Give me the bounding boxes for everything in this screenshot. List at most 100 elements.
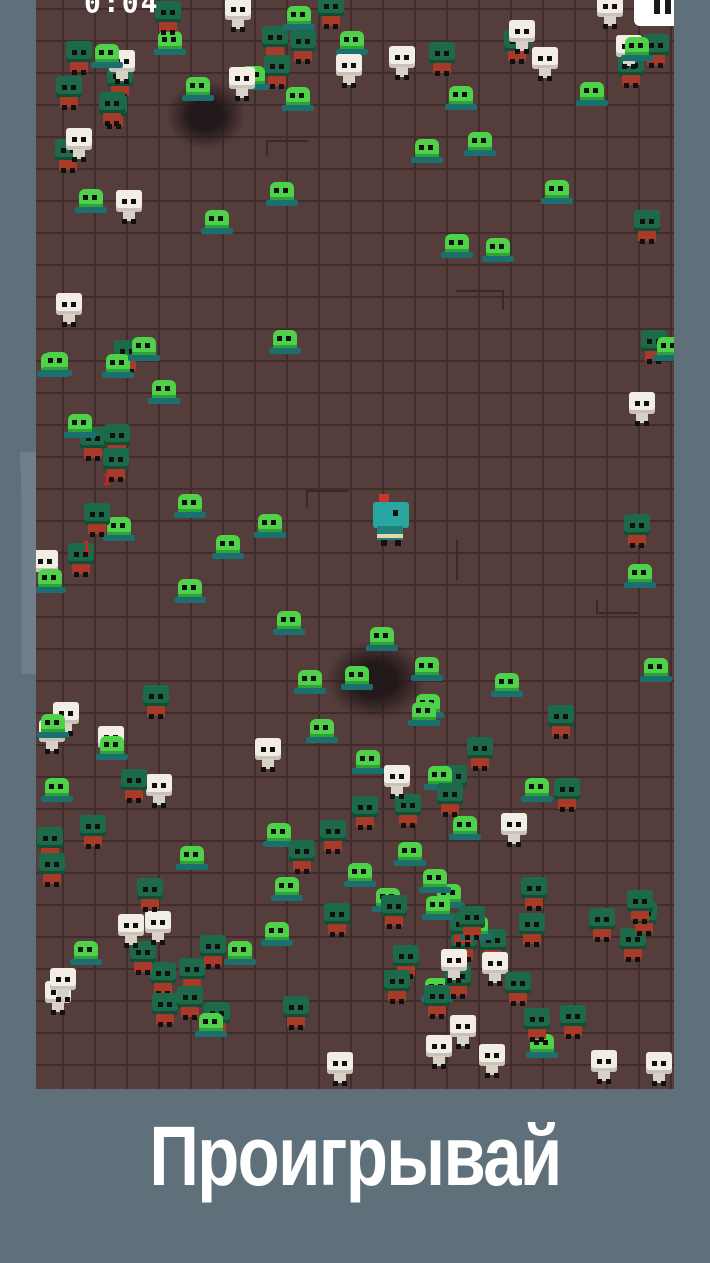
zombie-enemy <box>288 30 318 64</box>
zombie-enemy <box>97 92 127 126</box>
skeleton-enemy <box>387 46 417 80</box>
zombie-enemy <box>622 514 652 548</box>
slime-enemy <box>491 671 523 699</box>
zombie-enemy <box>522 1008 552 1042</box>
zombie-enemy <box>64 41 94 75</box>
zombie-enemy <box>558 1005 588 1039</box>
zombie-enemy <box>393 794 423 828</box>
skeleton-enemy <box>54 293 84 327</box>
zombie-enemy <box>422 985 452 1019</box>
skeleton-enemy <box>334 54 364 88</box>
slime-enemy <box>482 236 514 264</box>
slime-enemy <box>445 84 477 112</box>
zombie-enemy <box>141 685 171 719</box>
slime-enemy <box>449 814 481 842</box>
slime-enemy <box>441 232 473 260</box>
slime-enemy <box>283 4 315 32</box>
skeleton-enemy <box>439 949 469 983</box>
slime-enemy <box>201 208 233 236</box>
slime-enemy <box>640 656 672 684</box>
slime-enemy <box>174 492 206 520</box>
slime-enemy <box>408 700 440 728</box>
floor-crack <box>456 290 504 310</box>
slime-enemy <box>294 668 326 696</box>
slime-enemy <box>128 335 160 363</box>
zombie-enemy <box>135 878 165 912</box>
slime-enemy <box>624 562 656 590</box>
zombie-enemy <box>37 853 67 887</box>
slime-enemy <box>40 350 72 378</box>
slime-enemy <box>422 894 454 922</box>
slime-enemy <box>212 533 244 561</box>
pause-button[interactable] <box>634 0 674 26</box>
zombie-enemy <box>350 796 380 830</box>
slime-enemy <box>411 137 443 165</box>
player-character[interactable] <box>369 494 413 550</box>
skeleton-enemy <box>424 1035 454 1069</box>
slime-enemy <box>91 42 123 70</box>
slime-enemy <box>41 776 73 804</box>
skeleton-enemy <box>253 738 283 772</box>
skeleton-enemy <box>499 813 529 847</box>
zombie-enemy <box>318 820 348 854</box>
slime-enemy <box>352 748 384 776</box>
slime-enemy <box>96 734 128 762</box>
slime-enemy <box>366 625 398 653</box>
skeleton-enemy <box>223 0 253 32</box>
floor-crack <box>596 600 638 614</box>
slime-enemy <box>269 328 301 356</box>
zombie-enemy <box>281 996 311 1030</box>
slime-enemy <box>75 187 107 215</box>
slime-enemy <box>273 609 305 637</box>
zombie-enemy <box>78 815 108 849</box>
slime-enemy <box>419 867 451 895</box>
slime-enemy <box>341 664 373 692</box>
skeleton-enemy <box>595 0 625 29</box>
floor-crack <box>456 540 488 580</box>
slime-enemy <box>70 939 102 967</box>
skeleton-enemy <box>507 20 537 54</box>
slime-enemy <box>521 776 553 804</box>
slime-enemy <box>621 35 653 63</box>
zombie-enemy <box>552 778 582 812</box>
zombie-enemy <box>517 913 547 947</box>
slime-enemy <box>344 861 376 889</box>
slime-enemy <box>394 840 426 868</box>
slime-enemy <box>541 178 573 206</box>
survival-timer: 0:04 <box>84 0 160 19</box>
slime-enemy <box>411 655 443 683</box>
slime-enemy <box>182 75 214 103</box>
zombie-enemy <box>379 895 409 929</box>
zombie-enemy <box>316 0 346 29</box>
skeleton-enemy <box>48 968 78 1002</box>
skeleton-enemy <box>382 765 412 799</box>
skeleton-enemy <box>589 1050 619 1084</box>
slime-enemy <box>174 577 206 605</box>
slime-enemy <box>336 29 368 57</box>
slime-enemy <box>266 180 298 208</box>
zombie-enemy <box>287 840 317 874</box>
zombie-enemy <box>465 737 495 771</box>
slime-enemy <box>282 85 314 113</box>
zombie-enemy <box>625 890 655 924</box>
promo-caption: Проигрывай <box>149 1109 562 1203</box>
slime-enemy <box>148 378 180 406</box>
skeleton-enemy <box>644 1052 674 1086</box>
skeleton-enemy <box>227 67 257 101</box>
zombie-enemy <box>119 769 149 803</box>
slime-enemy <box>261 920 293 948</box>
slime-enemy <box>464 130 496 158</box>
slime-enemy <box>176 844 208 872</box>
zombie-enemy <box>322 903 352 937</box>
floor-crack <box>306 490 348 508</box>
zombie-enemy <box>519 877 549 911</box>
zombie-enemy <box>457 906 487 940</box>
zombie-enemy <box>175 986 205 1020</box>
floor-crack <box>266 140 308 156</box>
slime-enemy <box>254 512 286 540</box>
zombie-enemy <box>82 503 112 537</box>
zombie-enemy <box>66 543 96 577</box>
skeleton-enemy <box>114 190 144 224</box>
game-arena[interactable]: 1 1 0:04 <box>36 0 674 1089</box>
zombie-enemy <box>632 210 662 244</box>
